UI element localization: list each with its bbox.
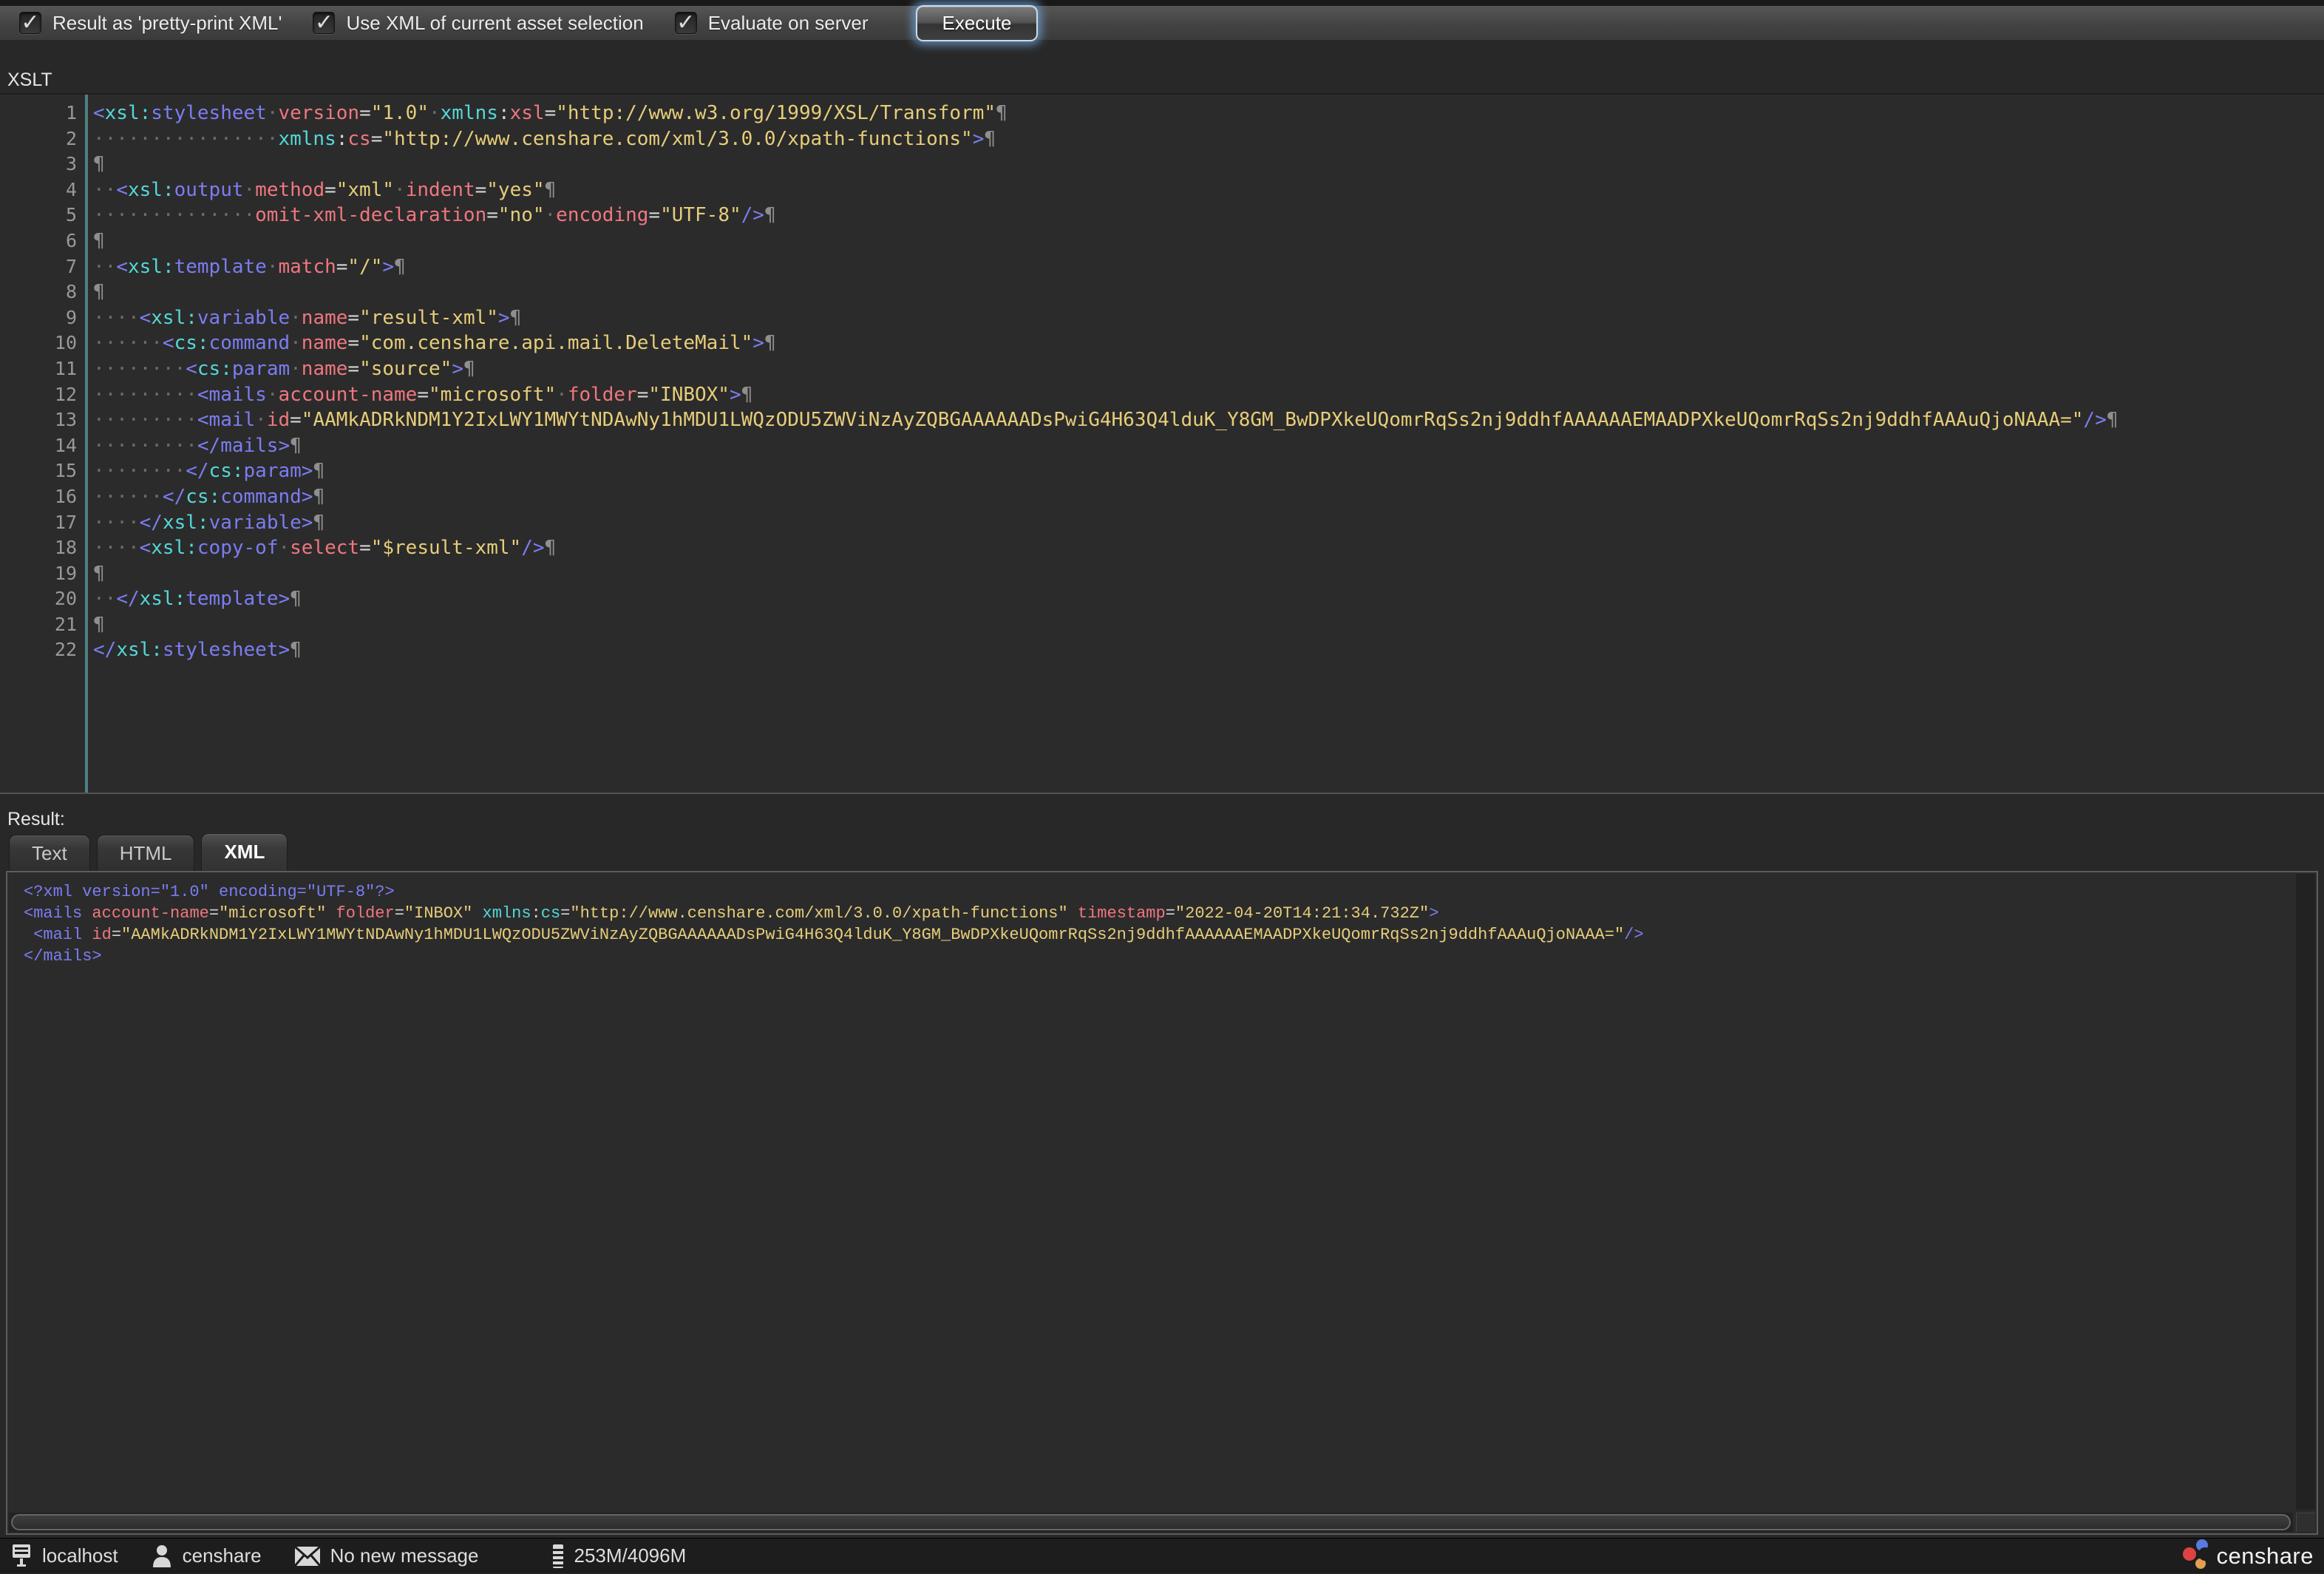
xslt-section-label: XSLT xyxy=(7,69,52,91)
line-number: 21 xyxy=(0,612,77,638)
line-number: 14 xyxy=(0,433,77,459)
checkbox-group-use-xml: ✓ Use XML of current asset selection xyxy=(313,12,643,35)
line-number: 6 xyxy=(0,228,77,254)
pretty-print-label: Result as 'pretty-print XML' xyxy=(52,12,282,35)
code-line: <xsl:stylesheet·version="1.0"·xmlns:xsl=… xyxy=(93,101,2321,126)
horizontal-scrollbar-thumb[interactable] xyxy=(11,1514,2291,1530)
code-line: ¶ xyxy=(93,228,2321,254)
line-number: 16 xyxy=(0,484,77,510)
line-number: 15 xyxy=(0,458,77,484)
code-line: ¶ xyxy=(93,152,2321,177)
result-panel: <?xml version="1.0" encoding="UTF-8"?><m… xyxy=(6,871,2318,1535)
xslt-editor: 12345678910111213141516171819202122 <xsl… xyxy=(0,93,2324,794)
line-number: 9 xyxy=(0,305,77,331)
line-number: 2 xyxy=(0,126,77,152)
status-memory-label: 253M/4096M xyxy=(574,1544,686,1567)
status-server[interactable]: localhost xyxy=(10,1544,118,1569)
code-line: ·········<mail·id="AAMkADRkNDM1Y2IxLWY1M… xyxy=(93,407,2321,433)
line-number: 7 xyxy=(0,254,77,280)
checkbox-group-pretty-print: ✓ Result as 'pretty-print XML' xyxy=(19,12,282,35)
status-user-label: censhare xyxy=(183,1544,262,1567)
censhare-logo-icon xyxy=(2181,1538,2212,1574)
line-number: 20 xyxy=(0,586,77,612)
line-number: 1 xyxy=(0,101,77,126)
code-line: ················xmlns:cs="http://www.cen… xyxy=(93,126,2321,152)
status-memory[interactable]: 253M/4096M xyxy=(552,1544,686,1569)
toolbar: ✓ Result as 'pretty-print XML' ✓ Use XML… xyxy=(0,6,2324,41)
result-xml-view[interactable]: <?xml version="1.0" encoding="UTF-8"?><m… xyxy=(24,881,2291,967)
code-line: ¶ xyxy=(93,279,2321,305)
xslt-code-area[interactable]: <xsl:stylesheet·version="1.0"·xmlns:xsl=… xyxy=(93,101,2321,663)
code-line: ··</xsl:template>¶ xyxy=(93,586,2321,612)
line-number: 17 xyxy=(0,510,77,536)
line-number: 4 xyxy=(0,177,77,203)
gutter-separator xyxy=(85,95,88,793)
status-bar: localhost censhare No new message xyxy=(0,1538,2324,1573)
code-line: ··<xsl:template·match="/">¶ xyxy=(93,254,2321,280)
status-user[interactable]: censhare xyxy=(151,1544,262,1569)
pretty-print-checkbox[interactable]: ✓ xyxy=(19,12,41,34)
code-line: </mails> xyxy=(24,946,2291,967)
code-line: ····<xsl:copy-of·select="$result-xml"/>¶ xyxy=(93,535,2321,561)
window-top-strip xyxy=(0,0,2324,6)
code-line: ·········<mails·account-name="microsoft"… xyxy=(93,382,2321,408)
code-line: ······<cs:command·name="com.censhare.api… xyxy=(93,330,2321,356)
code-line: <?xml version="1.0" encoding="UTF-8"?> xyxy=(24,881,2291,903)
code-line: ········<cs:param·name="source">¶ xyxy=(93,356,2321,382)
status-server-label: localhost xyxy=(42,1544,118,1567)
code-line: ·········</mails>¶ xyxy=(93,433,2321,459)
line-number: 3 xyxy=(0,152,77,177)
status-messages-label: No new message xyxy=(330,1544,479,1567)
censhare-logo-text: censhare xyxy=(2216,1543,2314,1570)
line-number: 19 xyxy=(0,561,77,587)
line-number: 12 xyxy=(0,382,77,408)
code-line: ····<xsl:variable·name="result-xml">¶ xyxy=(93,305,2321,331)
tab-xml[interactable]: XML xyxy=(201,833,288,875)
evaluate-server-label: Evaluate on server xyxy=(708,12,869,35)
checkbox-group-evaluate-server: ✓ Evaluate on server xyxy=(675,12,869,35)
line-number: 13 xyxy=(0,407,77,433)
censhare-logo: censhare xyxy=(2181,1538,2314,1574)
tab-text[interactable]: Text xyxy=(9,835,90,872)
execute-button[interactable]: Execute xyxy=(916,5,1039,41)
server-icon xyxy=(10,1544,33,1569)
code-line: ··<xsl:output·method="xml"·indent="yes"¶ xyxy=(93,177,2321,203)
line-number-gutter: 12345678910111213141516171819202122 xyxy=(0,101,77,663)
scrollbar-corner xyxy=(2296,1513,2315,1532)
line-number: 22 xyxy=(0,637,77,663)
vertical-scrollbar[interactable] xyxy=(2296,874,2315,1510)
user-icon xyxy=(151,1544,173,1569)
evaluate-server-checkbox[interactable]: ✓ xyxy=(675,12,697,34)
line-number: 18 xyxy=(0,535,77,561)
code-line: ¶ xyxy=(93,561,2321,587)
line-number: 8 xyxy=(0,279,77,305)
line-number: 11 xyxy=(0,356,77,382)
mail-icon xyxy=(294,1546,321,1567)
line-number: 5 xyxy=(0,203,77,228)
line-number: 10 xyxy=(0,330,77,356)
code-line: <mail id="AAMkADRkNDM1Y2IxLWY1MWYtNDAwNy… xyxy=(24,924,2291,946)
memory-icon xyxy=(552,1544,564,1569)
code-line: ········</cs:param>¶ xyxy=(93,458,2321,484)
result-section-label: Result: xyxy=(7,809,65,830)
code-line: </xsl:stylesheet>¶ xyxy=(93,637,2321,663)
code-line: ··············omit-xml-declaration="no"·… xyxy=(93,203,2321,228)
code-line: ¶ xyxy=(93,612,2321,638)
code-line: ······</cs:command>¶ xyxy=(93,484,2321,510)
use-xml-label: Use XML of current asset selection xyxy=(346,12,643,35)
horizontal-scrollbar[interactable] xyxy=(9,1513,2293,1532)
result-tabs: Text HTML XML xyxy=(9,835,288,872)
tab-html[interactable]: HTML xyxy=(97,835,195,872)
status-messages[interactable]: No new message xyxy=(294,1544,479,1567)
code-line: <mails account-name="microsoft" folder="… xyxy=(24,903,2291,924)
code-line: ····</xsl:variable>¶ xyxy=(93,510,2321,536)
use-xml-checkbox[interactable]: ✓ xyxy=(313,12,335,34)
